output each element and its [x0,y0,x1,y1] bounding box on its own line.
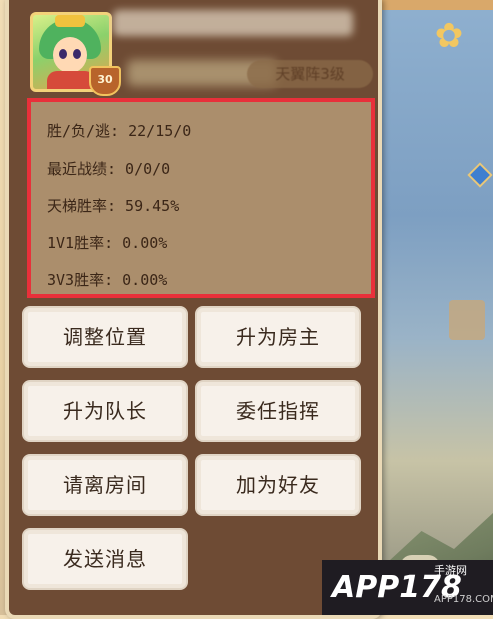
stat-1v1-win-rate: 1V1胜率: 0.00% [47,234,168,252]
watermark-site: 手游网 [434,564,467,577]
stat-recent-record: 最近战绩: 0/0/0 [47,160,171,178]
background-pillar [449,300,485,340]
stat-ladder-win-rate: 天梯胜率: 59.45% [47,197,180,215]
stat-win-loss-flee: 胜/负/逃: 22/15/0 [47,122,192,140]
stat-3v3-win-rate: 3V3胜率: 0.00% [47,271,168,289]
add-friend-button[interactable]: 加为好友 [195,454,361,516]
rank-label: 天翼阵3级 [247,60,373,88]
watermark-url: APP178.COM [434,594,493,605]
cloud-swirl-icon: ✿ [434,16,464,56]
kick-from-room-button[interactable]: 请离房间 [22,454,188,516]
appoint-commander-button[interactable]: 委任指挥 [195,380,361,442]
avatar-crown [55,15,85,27]
avatar-eye [73,49,81,59]
player-name-blurred [113,10,353,36]
level-badge: 30 [89,66,121,96]
adjust-position-button[interactable]: 调整位置 [22,306,188,368]
send-message-button[interactable]: 发送消息 [22,528,188,590]
avatar-eye [59,49,67,59]
stats-panel: 胜/负/逃: 22/15/0 最近战绩: 0/0/0 天梯胜率: 59.45% … [27,98,375,298]
player-info-popup: 30 天翼阵3级 胜/负/逃: 22/15/0 最近战绩: 0/0/0 天梯胜率… [5,0,382,619]
watermark: APP178 手游网 APP178.COM [322,560,493,615]
promote-captain-button[interactable]: 升为队长 [22,380,188,442]
promote-host-button[interactable]: 升为房主 [195,306,361,368]
avatar-body [47,71,95,89]
